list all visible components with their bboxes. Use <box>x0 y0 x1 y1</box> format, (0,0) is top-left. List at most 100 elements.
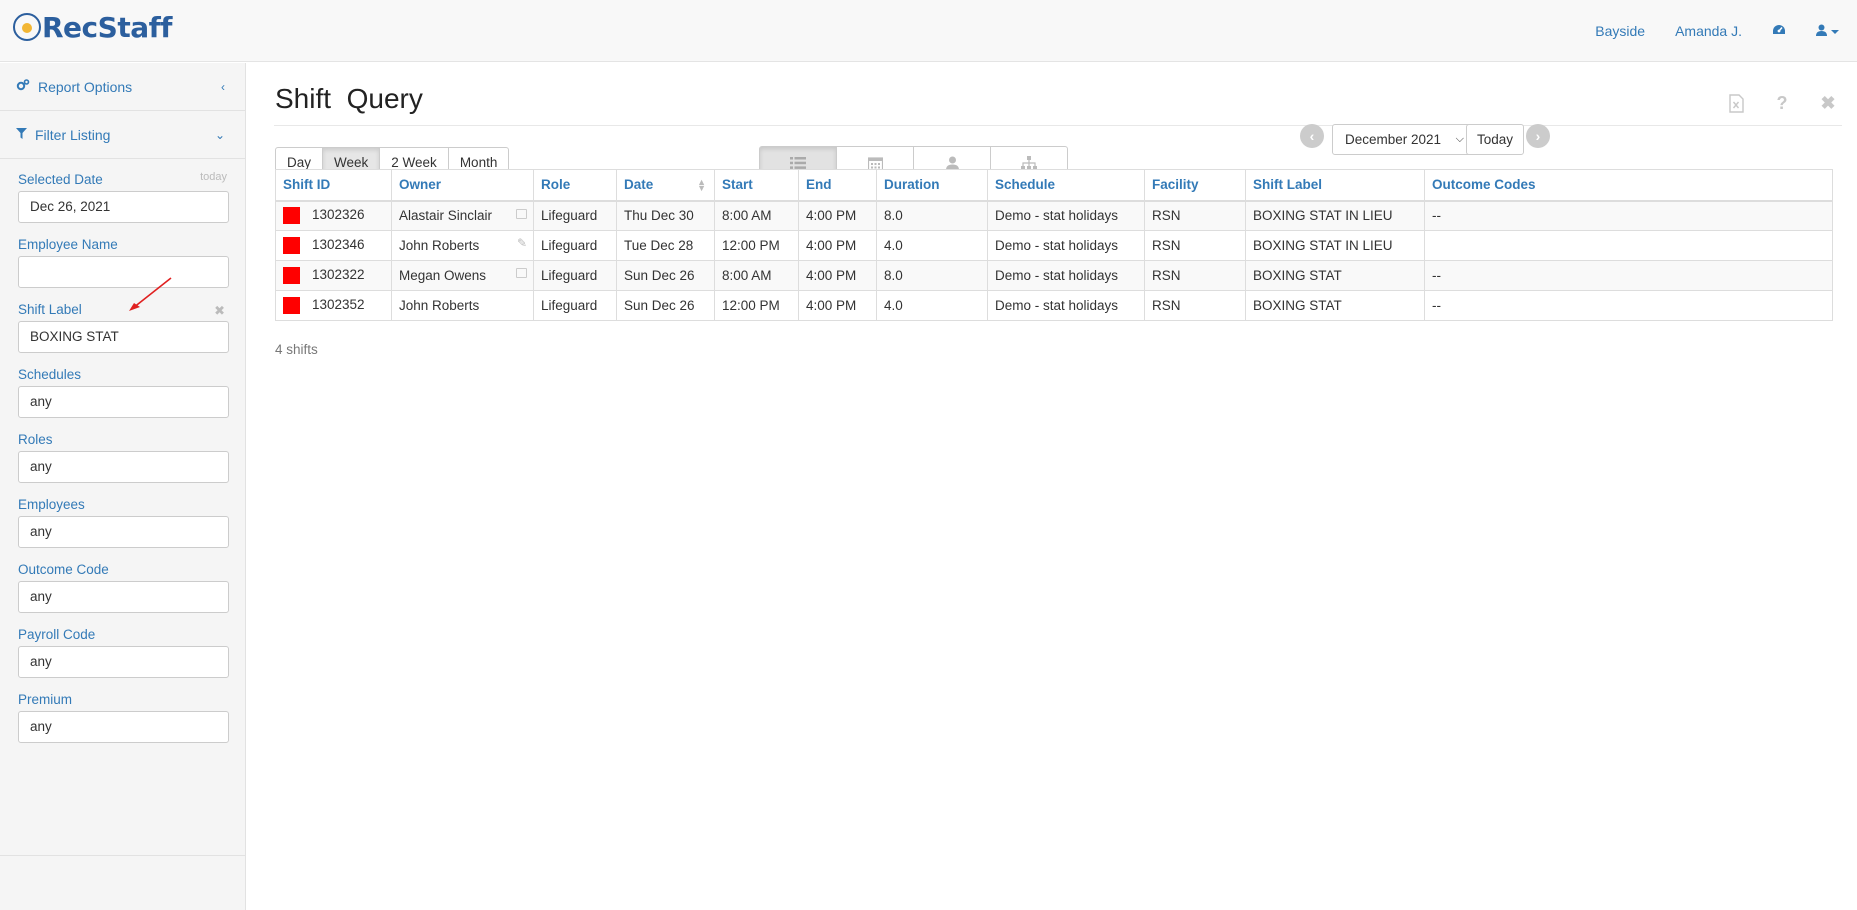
outcome-cell: -- <box>1424 290 1833 321</box>
shift-color-swatch <box>283 267 300 284</box>
schedules-select[interactable]: any <box>18 386 229 418</box>
filter-label: Payroll Code <box>18 627 96 642</box>
shift-id-cell[interactable]: 1302352 <box>275 290 392 321</box>
table-row[interactable]: 1302326 Alastair Sinclair Lifeguard Thu … <box>275 200 1833 231</box>
filter-label: Schedules <box>18 367 82 382</box>
col-end[interactable]: End <box>798 169 877 202</box>
owner-cell[interactable]: Alastair Sinclair <box>391 200 534 231</box>
owner-cell[interactable]: John Roberts <box>391 290 534 321</box>
next-period-icon[interactable]: › <box>1526 124 1550 148</box>
month-select-value: December 2021 <box>1345 132 1442 147</box>
location-link[interactable]: Bayside <box>1595 23 1645 39</box>
shifts-table: Shift ID Owner Role Date ▲ ▼ Start End Dur… <box>275 169 1833 321</box>
end-cell: 4:00 PM <box>798 200 877 231</box>
shift-color-swatch <box>283 237 300 254</box>
shift-id-cell[interactable]: 1302346 <box>275 230 392 261</box>
prev-period-icon[interactable]: ‹ <box>1300 124 1324 148</box>
page-tools: ? ✖ <box>1727 93 1837 113</box>
shift-id-cell[interactable]: 1302322 <box>275 260 392 291</box>
roles-select[interactable]: any <box>18 451 229 483</box>
title-divider <box>274 125 1842 126</box>
page-title: Shift Query <box>275 83 423 114</box>
result-count: 4 shifts <box>275 342 318 357</box>
selected-date-input[interactable]: Dec 26, 2021 <box>18 191 229 223</box>
filter-listing-label: Filter Listing <box>35 126 111 143</box>
account-menu-button[interactable] <box>1816 23 1839 39</box>
close-icon[interactable]: ✖ <box>1819 93 1837 113</box>
role-cell: Lifeguard <box>533 260 617 291</box>
duration-cell: 4.0 <box>876 230 988 261</box>
role-cell: Lifeguard <box>533 230 617 261</box>
table-row[interactable]: 1302322 Megan Owens Lifeguard Sun Dec 26… <box>275 260 1833 291</box>
filter-form: Selected Date today Dec 26, 2021 Employe… <box>0 159 245 743</box>
table-row[interactable]: 1302346 John Roberts ✎ Lifeguard Tue Dec … <box>275 230 1833 261</box>
month-select[interactable]: December 2021 ⌵ <box>1332 124 1477 155</box>
col-owner[interactable]: Owner <box>391 169 534 202</box>
col-date[interactable]: Date ▲ ▼ <box>616 169 715 202</box>
schedule-cell: Demo - stat holidays <box>987 260 1145 291</box>
note-icon[interactable] <box>516 268 527 278</box>
owner-cell[interactable]: Megan Owens <box>391 260 534 291</box>
clear-icon[interactable]: ✖ <box>214 303 225 319</box>
excel-export-icon[interactable] <box>1727 93 1745 113</box>
report-options-toggle[interactable]: Report Options ‹ <box>0 63 245 111</box>
user-icon <box>1816 24 1827 36</box>
table-row[interactable]: 1302352 John Roberts Lifeguard Sun Dec 2… <box>275 290 1833 321</box>
facility-cell: RSN <box>1144 290 1246 321</box>
col-facility[interactable]: Facility <box>1144 169 1246 202</box>
today-button[interactable]: Today <box>1466 124 1525 155</box>
main-content: Shift Query ? ✖ Day Week 2 Week Month ‹ … <box>246 63 1857 910</box>
col-shift-label[interactable]: Shift Label <box>1245 169 1425 202</box>
employees-select[interactable]: any <box>18 516 229 548</box>
start-cell: 12:00 PM <box>714 230 799 261</box>
selected-date-filter: Selected Date today Dec 26, 2021 <box>18 169 229 223</box>
premium-filter: Premium any <box>18 689 229 743</box>
date-cell: Sun Dec 26 <box>616 290 715 321</box>
note-icon[interactable] <box>516 208 527 219</box>
sort-icon: ▲ ▼ <box>697 177 706 193</box>
col-outcome-codes[interactable]: Outcome Codes <box>1424 169 1833 202</box>
list-icon <box>790 157 806 169</box>
col-role[interactable]: Role <box>533 169 617 202</box>
filter-label: Roles <box>18 432 53 447</box>
shift-id-cell[interactable]: 1302326 <box>275 200 392 231</box>
schedule-cell: Demo - stat holidays <box>987 290 1145 321</box>
today-link[interactable]: today <box>200 171 227 183</box>
col-duration[interactable]: Duration <box>876 169 988 202</box>
annotation-arrow <box>129 277 172 311</box>
sidebar: Report Options ‹ Filter Listing ⌄ Select… <box>0 63 246 910</box>
filter-label: Employee Name <box>18 237 118 252</box>
edit-note-icon[interactable]: ✎ <box>517 236 527 250</box>
table-header-row: Shift ID Owner Role Date ▲ ▼ Start End Dur… <box>275 169 1833 202</box>
recstaff-logo[interactable]: RecStaff <box>13 10 172 44</box>
outcome-cell: -- <box>1424 200 1833 231</box>
end-cell: 4:00 PM <box>798 260 877 291</box>
help-icon[interactable]: ? <box>1773 93 1791 113</box>
duration-cell: 8.0 <box>876 260 988 291</box>
user-name-link[interactable]: Amanda J. <box>1675 23 1742 39</box>
payroll-code-filter: Payroll Code any <box>18 624 229 678</box>
schedule-cell: Demo - stat holidays <box>987 230 1145 261</box>
shift-label-cell: BOXING STAT IN LIEU <box>1245 230 1425 261</box>
col-shift-id[interactable]: Shift ID <box>275 169 392 202</box>
payroll-code-select[interactable]: any <box>18 646 229 678</box>
dashboard-icon[interactable] <box>1772 23 1786 39</box>
sidebar-divider <box>0 855 245 856</box>
outcome-code-filter: Outcome Code any <box>18 559 229 613</box>
date-cell: Sun Dec 26 <box>616 260 715 291</box>
role-cell: Lifeguard <box>533 290 617 321</box>
outcome-code-select[interactable]: any <box>18 581 229 613</box>
col-schedule[interactable]: Schedule <box>987 169 1145 202</box>
filter-icon <box>16 127 27 142</box>
top-nav: Bayside Amanda J. <box>1595 0 1839 62</box>
owner-cell[interactable]: John Roberts ✎ <box>391 230 534 261</box>
logo-icon <box>13 13 41 41</box>
filter-listing-toggle[interactable]: Filter Listing ⌄ <box>0 111 245 159</box>
date-cell: Tue Dec 28 <box>616 230 715 261</box>
shift-color-swatch <box>283 207 300 225</box>
col-start[interactable]: Start <box>714 169 799 202</box>
date-cell: Thu Dec 30 <box>616 200 715 231</box>
org-chart-icon <box>1021 156 1037 170</box>
premium-select[interactable]: any <box>18 711 229 743</box>
schedule-cell: Demo - stat holidays <box>987 200 1145 231</box>
